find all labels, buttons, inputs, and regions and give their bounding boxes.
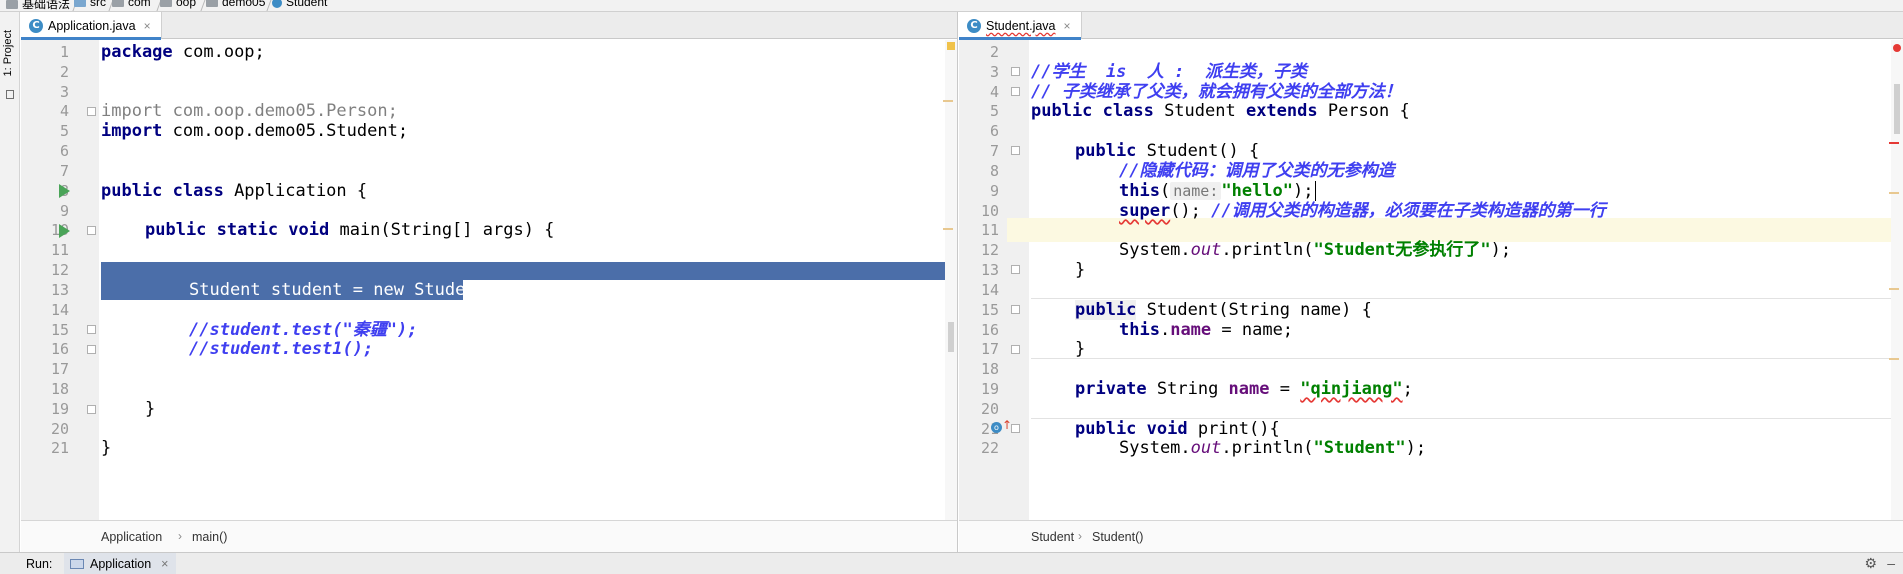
editor-breadcrumb: Student › Student() [959,520,1903,552]
nav-crumb-com[interactable]: com [112,0,151,9]
tab-label: Application.java [48,18,136,33]
warning-indicator-icon[interactable] [947,42,955,50]
fold-icon[interactable] [1011,87,1020,96]
navigation-bar: 基础语法 src com oop demo05 Student [0,0,1903,12]
left-tool-strip: 1: Project [0,12,20,552]
code-line: 21} [50,438,112,458]
code-area[interactable]: 2 3//学生 is 人 : 派生类，子类 4// 子类继承了父类，就会拥有父类… [959,40,1903,520]
fold-icon[interactable] [87,405,96,414]
gear-icon[interactable]: ⚙ [1864,555,1877,572]
error-stripe-marker[interactable] [943,228,953,230]
breadcrumb-method[interactable]: Student() [1092,530,1143,544]
error-indicator-icon[interactable] [1893,44,1901,52]
class-icon: C [29,18,43,33]
left-tab-bar: C Application.java × [21,12,957,40]
fold-icon[interactable] [1011,146,1020,155]
warning-stripe-marker[interactable] [1889,192,1899,194]
error-stripe-marker[interactable] [943,100,953,102]
folder-icon [112,0,124,8]
breadcrumb-class[interactable]: Student [1031,530,1074,544]
fold-icon[interactable] [1011,305,1020,314]
minimize-icon[interactable]: – [1887,555,1895,571]
fold-icon[interactable] [1011,345,1020,354]
code-line: 22 System.out.println("Student"); [980,438,1427,458]
project-tool-button[interactable]: 1: Project [2,30,14,76]
fold-icon[interactable] [87,107,96,116]
run-tab-label: Application [90,557,152,571]
class-icon: C [967,18,981,33]
fold-icon[interactable] [87,325,96,334]
tab-label: Student.java [986,18,1056,33]
editor-scrollbar[interactable] [1889,40,1903,520]
warning-stripe-marker[interactable] [1889,288,1899,290]
nav-crumb-demo05[interactable]: demo05 [206,0,265,9]
arrow-up-icon[interactable]: ↑ [1002,418,1012,432]
left-editor-pane: C Application.java × 1 package com.oop; 2… [21,12,958,552]
folder-icon [160,0,172,8]
folder-icon [74,0,86,8]
structure-icon[interactable] [6,90,14,99]
run-class-icon[interactable] [59,184,70,198]
nav-crumb-project[interactable]: 基础语法 [6,0,70,11]
fold-icon[interactable] [1011,424,1020,433]
close-icon[interactable]: × [161,557,168,571]
fold-icon[interactable] [1011,67,1020,76]
right-tab-bar: C Student.java × [959,12,1903,40]
tab-application-java[interactable]: C Application.java × [21,12,162,40]
run-main-icon[interactable] [59,224,70,238]
fold-icon[interactable] [87,226,96,235]
run-tool-bar: Run: Application × ⚙ – [0,552,1903,574]
folder-icon [6,0,18,10]
parameter-hint: name: [1170,182,1222,200]
fold-icon[interactable] [87,345,96,354]
tab-student-java[interactable]: C Student.java × [959,12,1082,40]
nav-crumb-src[interactable]: src [74,0,106,9]
warning-stripe-marker[interactable] [1889,358,1899,360]
editor-breadcrumb: Application › main() [21,520,957,552]
close-icon[interactable]: × [144,19,151,33]
folder-icon [206,0,218,8]
run-label: Run: [26,557,53,571]
editor-scrollbar[interactable] [943,40,957,520]
nav-crumb-student[interactable]: Student [272,0,327,9]
breadcrumb-method[interactable]: main() [192,530,227,544]
override-method-icon[interactable]: o [991,422,1002,433]
right-editor-pane: C Student.java × 2 3//学生 is 人 : 派生类，子类 4… [959,12,1903,552]
breadcrumb-class[interactable]: Application [101,530,162,544]
scroll-thumb[interactable] [948,322,954,352]
class-icon [272,0,282,8]
error-stripe-marker[interactable] [1889,142,1899,144]
scroll-thumb[interactable] [1894,84,1900,134]
close-icon[interactable]: × [1064,19,1071,33]
text-caret [1314,181,1316,201]
code-area[interactable]: 1 package com.oop; 2 3 4 import com.oop.de… [21,40,957,520]
nav-crumb-oop[interactable]: oop [160,0,196,9]
fold-icon[interactable] [1011,265,1020,274]
chevron-right-icon: › [178,529,182,543]
application-icon [70,559,84,569]
run-tab-application[interactable]: Application × [64,553,177,574]
chevron-right-icon: › [1078,529,1082,543]
